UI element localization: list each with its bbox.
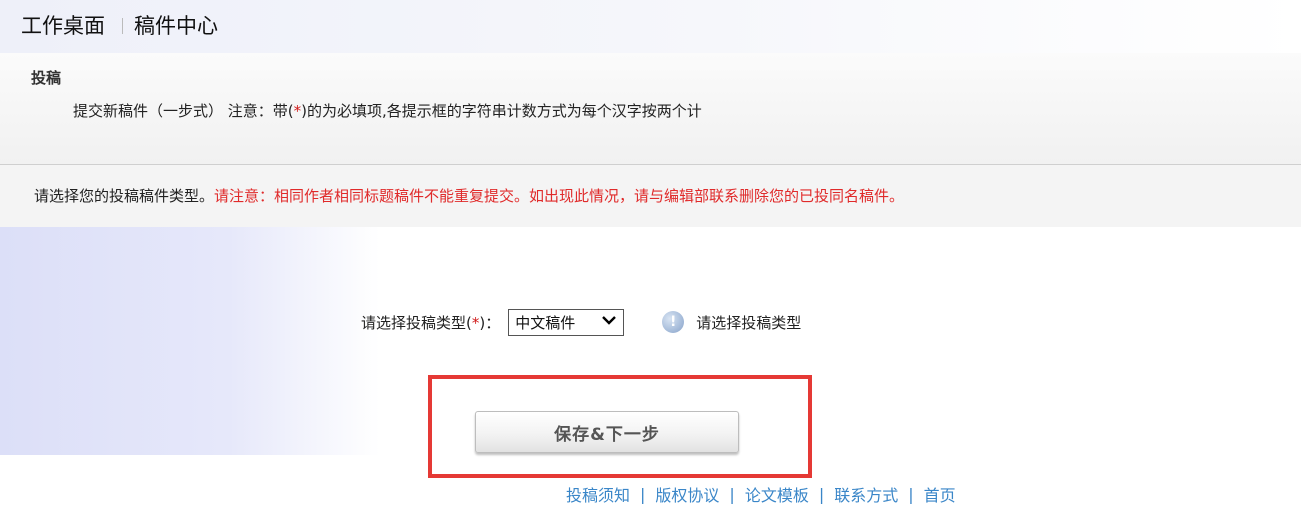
submission-type-value: 中文稿件	[515, 313, 576, 332]
footer-separator: |	[908, 484, 914, 504]
footer-link-submission-guide[interactable]: 投稿须知	[566, 482, 630, 506]
footer-links: 投稿须知 | 版权协议 | 论文模板 | 联系方式 | 首页	[566, 482, 956, 506]
duplicate-warning: 请注意：相同作者相同标题稿件不能重复提交。如出现此情况，请与编辑部联系删除您的已…	[214, 187, 905, 205]
submission-type-row: 请选择投稿类型(*)： 中文稿件 ! 请选择投稿类型	[361, 307, 801, 337]
type-label-prefix: 请选择投稿类型(	[361, 313, 472, 332]
chevron-down-icon	[601, 314, 617, 330]
submission-type-hint: 请选择投稿类型	[696, 313, 802, 332]
decorative-gradient	[0, 227, 380, 455]
submission-type-label: 请选择投稿类型(*)：	[361, 312, 500, 333]
breadcrumb-current-link[interactable]: 稿件中心	[134, 12, 218, 40]
notice-bar: 请选择您的投稿稿件类型。请注意：相同作者相同标题稿件不能重复提交。如出现此情况，…	[0, 165, 1301, 227]
type-label-suffix: )：	[479, 313, 501, 332]
submission-type-select[interactable]: 中文稿件	[508, 308, 625, 336]
instructions-suffix: )的为必填项,各提示框的字符串计数方式为每个汉字按两个计	[301, 102, 702, 120]
footer-separator: |	[640, 484, 646, 504]
footer-link-copyright-agreement[interactable]: 版权协议	[655, 482, 719, 506]
footer-separator: |	[729, 484, 735, 504]
info-icon: !	[662, 311, 685, 333]
breadcrumb-home-link[interactable]: 工作桌面	[21, 12, 105, 40]
footer-separator: |	[818, 484, 825, 504]
breadcrumb: 工作桌面 稿件中心	[0, 0, 1301, 53]
required-asterisk: *	[293, 102, 302, 120]
notice-prompt: 请选择您的投稿稿件类型。	[34, 187, 215, 205]
save-next-button[interactable]: 保存&下一步	[475, 411, 739, 453]
footer-link-home[interactable]: 首页	[924, 482, 956, 506]
notice-text: 请选择您的投稿稿件类型。请注意：相同作者相同标题稿件不能重复提交。如出现此情况，…	[34, 185, 904, 206]
submission-instructions: 提交新稿件（一步式） 注意：带(*)的为必填项,各提示框的字符串计数方式为每个汉…	[73, 100, 702, 121]
breadcrumb-divider	[122, 18, 123, 34]
instructions-prefix: 提交新稿件（一步式） 注意：带(	[73, 102, 294, 120]
footer-link-paper-template[interactable]: 论文模板	[745, 482, 809, 506]
submission-info-panel: 投稿 提交新稿件（一步式） 注意：带(*)的为必填项,各提示框的字符串计数方式为…	[0, 53, 1301, 165]
footer-link-contact[interactable]: 联系方式	[834, 482, 898, 506]
panel-title: 投稿	[31, 69, 62, 87]
